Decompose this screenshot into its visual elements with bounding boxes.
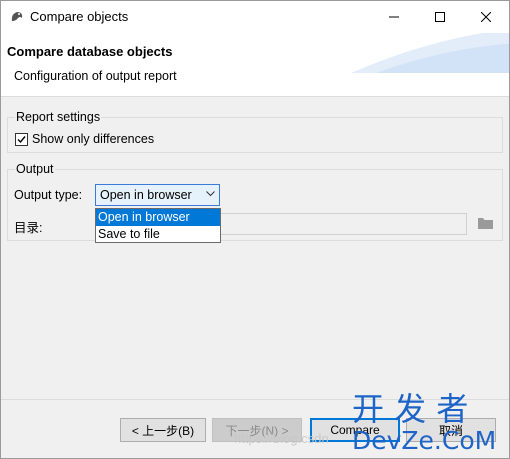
output-group: Output Output type: Open in browser 目录: [7,162,503,241]
show-only-differences-label: Show only differences [32,132,155,146]
output-title: Output [15,162,55,176]
output-type-value: Open in browser [100,188,192,202]
watermark-url: https://blog.csdn [234,431,329,446]
back-button[interactable]: < 上一步(B) [120,418,206,442]
maximize-icon [435,12,445,22]
title-bar: Compare objects [1,1,509,33]
close-button[interactable] [463,1,509,33]
page-title: Compare database objects [7,44,173,59]
window-title: Compare objects [30,9,129,24]
footer-separator [1,399,509,400]
show-only-differences-checkbox[interactable]: Show only differences [15,132,154,146]
directory-label: 目录: [14,221,43,235]
chevron-down-icon [206,191,215,197]
maximize-button[interactable] [417,1,463,33]
checkmark-icon [17,135,26,143]
folder-icon[interactable] [478,217,493,229]
minimize-button[interactable] [371,1,417,33]
close-icon [481,12,491,22]
header-decoration [351,33,509,73]
wizard-header: Compare database objects Configuration o… [1,33,509,97]
option-save-to-file[interactable]: Save to file [96,226,220,243]
minimize-icon [389,16,399,18]
output-type-select[interactable]: Open in browser [95,184,220,206]
app-logo-icon [11,12,23,21]
page-subtitle: Configuration of output report [14,69,177,83]
report-settings-group: Report settings Show only differences [7,110,503,153]
output-type-label: Output type: [14,188,83,202]
report-settings-title: Report settings [15,110,102,124]
checkbox-box[interactable] [15,132,28,146]
compare-objects-dialog: Compare objects Compare database objects… [0,0,510,459]
cancel-button[interactable]: 取消 [406,418,496,442]
option-open-in-browser[interactable]: Open in browser [96,209,220,226]
output-type-dropdown-list: Open in browser Save to file [95,208,221,243]
